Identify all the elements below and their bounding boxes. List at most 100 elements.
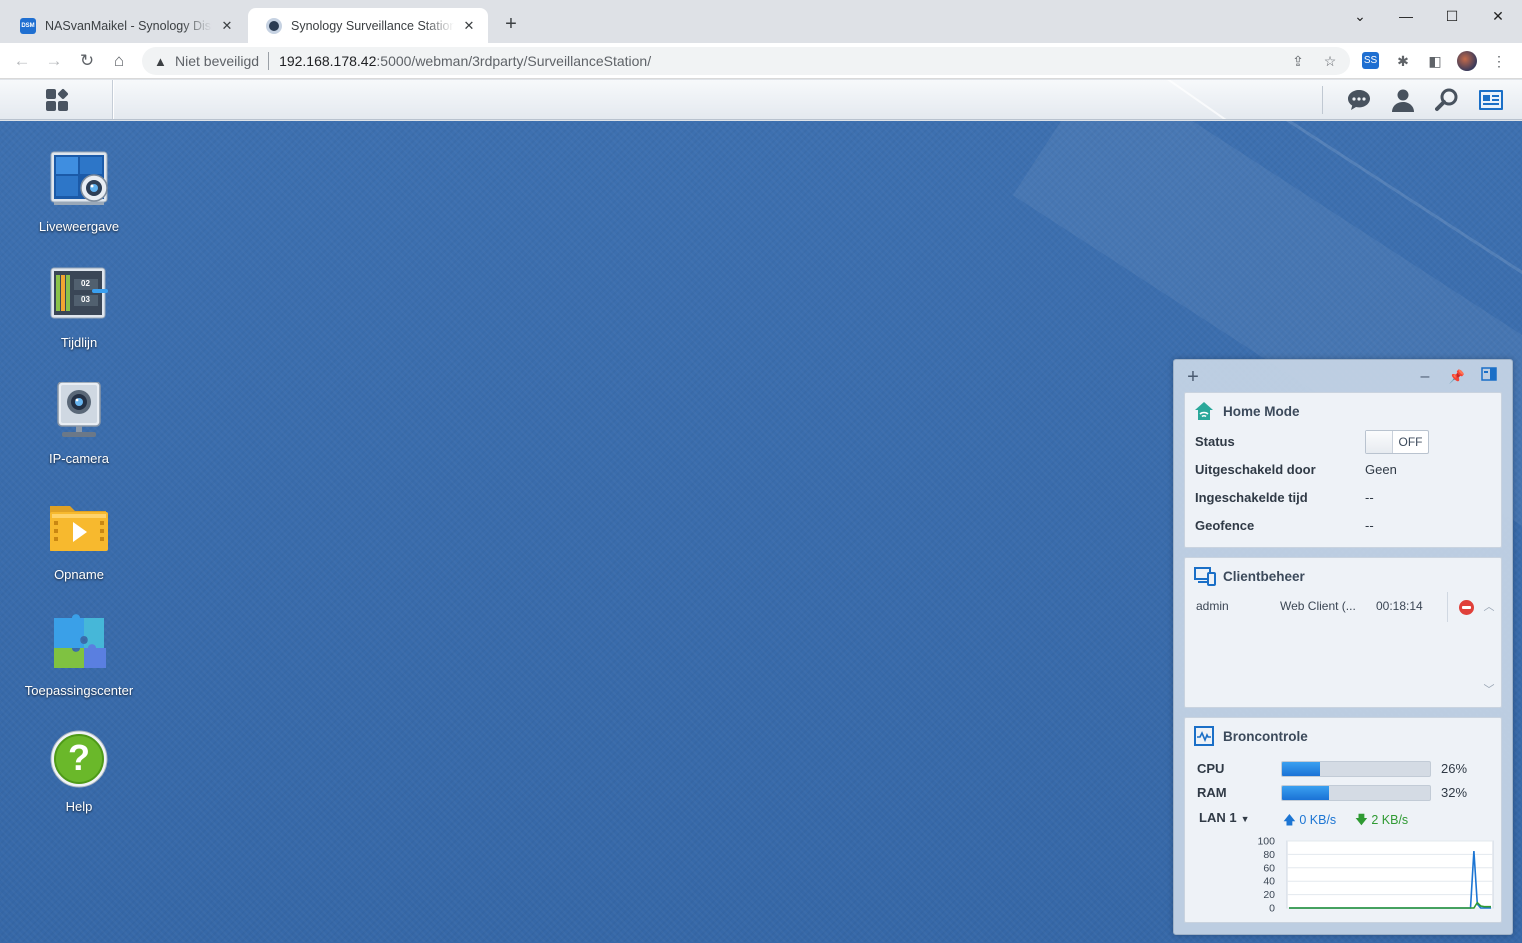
pin-widgets-icon[interactable]: 📌 [1446, 366, 1468, 388]
tab-search-chevron-icon[interactable]: ⌄ [1340, 4, 1380, 28]
application-center-icon [48, 614, 110, 676]
security-status[interactable]: Niet beveiligd [175, 53, 259, 69]
browser-tab-bar: DSM NASvanMaikel - Synology DiskStation … [0, 0, 1522, 43]
download-rate: 🡇 2 KB/s [1355, 811, 1408, 832]
timeline-track-label: 02 [81, 279, 90, 288]
address-bar[interactable]: ▲ Niet beveiligd 192.168.178.42 :5000/we… [142, 47, 1350, 75]
tab-title: NASvanMaikel - Synology DiskStation [45, 18, 212, 33]
desktop-icon-timeline[interactable]: 02 03 Tijdlijn [18, 266, 140, 366]
home-mode-row-label: Uitgeschakeld door [1195, 462, 1316, 477]
widget-title: Clientbeheer [1223, 568, 1305, 584]
chart-plot-area [1286, 840, 1494, 909]
desktop-icon-application-center[interactable]: Toepassingscenter [18, 614, 140, 714]
client-row-divider [1447, 592, 1448, 622]
extensions-puzzle-icon[interactable]: ✱ [1393, 51, 1413, 71]
close-tab-icon[interactable]: ✕ [460, 17, 478, 35]
widgets-panel: + – 📌 Home Mode Status OFF Uitgeschakeld… [1173, 359, 1513, 935]
live-view-icon [48, 150, 110, 212]
browser-tab-surveillance[interactable]: Synology Surveillance Station - NASvanMa… [248, 8, 488, 43]
scroll-up-chevron-icon[interactable]: ︿ [1481, 599, 1497, 615]
browser-menu-icon[interactable]: ⋮ [1489, 51, 1509, 71]
widgets-layout-icon[interactable] [1478, 366, 1500, 388]
upload-rate-value: 0 KB/s [1299, 813, 1337, 827]
desktop-icon-help[interactable]: ? Help [18, 730, 140, 830]
cpu-usage-fill [1282, 762, 1321, 776]
home-mode-row-label: Status [1195, 434, 1235, 449]
user-account-icon[interactable] [1389, 86, 1417, 114]
timeline-track-label: 03 [81, 295, 90, 304]
widget-title: Home Mode [1223, 403, 1300, 419]
side-panel-icon[interactable]: ◧ [1425, 51, 1445, 71]
help-glyph: ? [68, 737, 90, 778]
profile-avatar[interactable] [1457, 51, 1477, 71]
dropdown-caret-icon: ▼ [1240, 814, 1250, 824]
dsm-favicon-icon: DSM [20, 17, 36, 34]
address-divider [268, 52, 270, 70]
search-icon[interactable] [1433, 86, 1461, 114]
surveillance-extension-icon[interactable]: SS [1362, 52, 1379, 69]
widget-header: Clientbeheer [1194, 566, 1305, 586]
cpu-usage-bar [1281, 761, 1431, 777]
resource-monitor-widget: Broncontrole CPU 26% RAM 32% LAN 1 ▼ 🡅 0 … [1184, 717, 1502, 923]
desktop-icon-label: Opname [54, 567, 104, 582]
bookmark-star-icon[interactable]: ☆ [1320, 51, 1340, 71]
client-user: admin [1196, 599, 1229, 613]
home-mode-widget: Home Mode Status OFF Uitgeschakeld door … [1184, 392, 1502, 548]
ram-usage-fill [1282, 786, 1330, 800]
chart-y-tick-label: 0 [1269, 903, 1275, 915]
reload-icon[interactable]: ↻ [75, 49, 99, 73]
upload-rate: 🡅 0 KB/s [1283, 811, 1336, 832]
ram-label: RAM [1197, 785, 1227, 800]
desktop-icon-label: Help [65, 799, 93, 814]
home-mode-status-toggle[interactable]: OFF [1365, 430, 1429, 454]
network-traffic-chart: 1008060 4020 0 [1257, 836, 1494, 915]
maximize-window-icon[interactable]: ☐ [1432, 4, 1472, 28]
close-window-icon[interactable]: ✕ [1478, 4, 1518, 28]
devices-icon [1194, 566, 1216, 586]
taskbar-decoration [1110, 80, 1275, 119]
desktop-icon-live-view[interactable]: Liveweergave [18, 150, 140, 250]
taskbar-separator [1322, 86, 1323, 114]
chart-y-tick-label: 100 [1257, 836, 1275, 848]
home-mode-row-value: -- [1365, 518, 1374, 533]
toggle-knob [1366, 431, 1393, 453]
tab-title: Synology Surveillance Station - NASvanMa… [291, 18, 454, 33]
forward-arrow-icon[interactable]: → [42, 49, 66, 73]
new-tab-button[interactable]: + [500, 13, 522, 37]
browser-tab-diskstation[interactable]: DSM NASvanMaikel - Synology DiskStation … [2, 8, 246, 43]
desktop-icon-label: Liveweergave [38, 219, 120, 234]
minimize-window-icon[interactable]: — [1386, 4, 1426, 28]
minimize-widgets-icon[interactable]: – [1414, 366, 1436, 388]
scroll-down-chevron-icon[interactable]: ﹀ [1481, 682, 1497, 698]
chart-y-tick-label: 20 [1263, 889, 1275, 901]
lan-selector-dropdown[interactable]: LAN 1 ▼ [1199, 810, 1249, 825]
timeline-icon: 02 03 [48, 266, 110, 328]
main-menu-button[interactable] [1, 80, 113, 119]
home-mode-row-label: Ingeschakelde tijd [1195, 490, 1308, 505]
widgets-toggle-icon[interactable] [1477, 86, 1505, 114]
chart-y-tick-label: 80 [1263, 849, 1275, 861]
home-mode-icon [1194, 401, 1214, 421]
home-icon[interactable]: ⌂ [107, 49, 131, 73]
upload-arrow-icon: 🡅 [1283, 813, 1296, 827]
close-tab-icon[interactable]: ✕ [218, 17, 236, 35]
surveillance-taskbar [0, 80, 1522, 120]
ip-camera-icon [48, 381, 110, 444]
url-host: 192.168.178.42 [279, 53, 377, 69]
desktop-icon-recording[interactable]: Opname [18, 498, 140, 598]
back-arrow-icon[interactable]: ← [10, 49, 34, 73]
home-mode-row-label: Geofence [1195, 518, 1255, 533]
disconnect-client-icon[interactable] [1459, 600, 1474, 615]
main-menu-grid-icon [45, 88, 69, 111]
lan-label: LAN 1 [1199, 810, 1237, 825]
ram-usage-bar [1281, 785, 1431, 801]
widget-header: Broncontrole [1194, 726, 1308, 746]
share-icon[interactable]: ⇪ [1288, 51, 1308, 71]
notifications-chat-icon[interactable] [1345, 86, 1373, 114]
client-type: Web Client (... [1280, 599, 1356, 613]
desktop-icon-label: Toepassingscenter [24, 683, 134, 698]
cpu-label: CPU [1197, 761, 1225, 776]
desktop-icon-ip-camera[interactable]: IP-camera [18, 381, 140, 482]
add-widget-plus-icon[interactable]: + [1182, 366, 1204, 388]
url-path: :5000/webman/3rdparty/SurveillanceStatio… [376, 53, 652, 69]
